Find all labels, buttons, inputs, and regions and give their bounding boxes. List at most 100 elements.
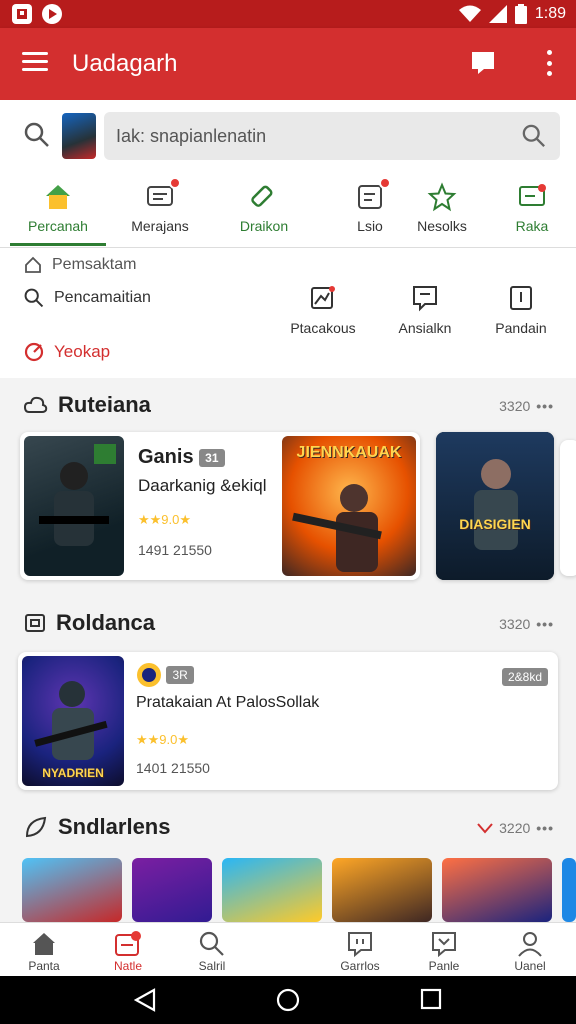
game-art: DIASIGIEN xyxy=(436,432,554,580)
status-bar: 1:89 xyxy=(0,0,576,28)
back-icon[interactable] xyxy=(134,988,156,1012)
nav-natle[interactable]: Natle xyxy=(88,931,168,973)
gunner-figure xyxy=(292,484,382,572)
section-header-sndlarlens: Sndlarlens xyxy=(24,814,170,840)
search-row: Iak: snapianlenatin xyxy=(0,100,576,174)
more-icon: ••• xyxy=(536,820,554,836)
card-title: Pratakaian At PalosSollak xyxy=(136,694,320,711)
profile-icon xyxy=(518,932,542,957)
more-icon: ••• xyxy=(536,398,554,414)
notification-badge xyxy=(379,177,391,189)
app-bar: Uadagarh xyxy=(0,28,576,100)
app-title: Uadagarh xyxy=(72,50,178,77)
game-thumbnail-row xyxy=(22,858,576,922)
game-thumbnail[interactable] xyxy=(562,858,576,922)
nav-salril[interactable]: Salril xyxy=(172,931,252,973)
soldier-figure xyxy=(39,444,116,546)
home-button-icon[interactable] xyxy=(276,988,300,1012)
game-card-partial[interactable] xyxy=(560,440,576,576)
action-pandain[interactable]: Pandain xyxy=(476,284,566,336)
chat-icon xyxy=(348,932,372,957)
chat-bubble-icon xyxy=(432,932,456,957)
system-nav-bar xyxy=(0,976,576,1024)
card-title: Ganis 31 xyxy=(138,446,225,469)
section-more-2[interactable]: 3320 ••• xyxy=(499,616,554,632)
game-thumbnail[interactable] xyxy=(442,858,552,922)
section-more-3[interactable]: 3220 ••• xyxy=(477,820,554,836)
tab-draikon[interactable]: Draikon xyxy=(216,182,312,234)
game-thumbnail[interactable] xyxy=(332,858,432,922)
play-icon xyxy=(42,4,62,24)
search-input[interactable]: Iak: snapianlenatin xyxy=(104,112,560,160)
section-header-roldanca: Roldanca xyxy=(24,610,155,636)
search-icon[interactable] xyxy=(522,124,546,148)
section-more-1[interactable]: 3320 ••• xyxy=(499,398,554,414)
card-rating: ★★9.0★ xyxy=(138,512,192,527)
search-icon[interactable] xyxy=(24,122,50,148)
game-banner: JIENNKAUAK xyxy=(282,436,416,576)
home-icon xyxy=(33,933,55,955)
cloud-icon xyxy=(24,396,48,413)
search-icon xyxy=(24,288,44,308)
game-card-palossollak[interactable]: NYADRIEN 3R 2&8kd Pratakaian At PalosSol… xyxy=(18,652,558,790)
inbox-icon xyxy=(115,931,141,956)
tab-nesolks[interactable]: Nesolks xyxy=(394,182,490,234)
game-card-diasigien[interactable]: DIASIGIEN xyxy=(436,432,554,580)
game-thumbnail[interactable] xyxy=(22,858,122,922)
action-ansialkn[interactable]: Ansialkn xyxy=(380,284,470,336)
card-header-row: 3R xyxy=(136,662,194,688)
card-tag: 3R xyxy=(166,666,194,684)
card-rating: ★★9.0★ xyxy=(136,732,190,747)
wifi-icon xyxy=(458,5,481,22)
tab-merajans[interactable]: Merajans xyxy=(112,177,208,234)
section-header-ruteiana: Ruteiana xyxy=(24,392,151,418)
emblem-icon xyxy=(137,663,161,687)
status-time: 1:89 xyxy=(534,5,566,22)
book-icon xyxy=(510,286,532,310)
notification-icon xyxy=(12,4,32,24)
tag-icon xyxy=(251,185,273,207)
quick-item-pencamaitian[interactable]: Pencamaitian xyxy=(24,288,151,308)
more-options-icon[interactable] xyxy=(544,50,554,76)
search-icon xyxy=(199,931,224,956)
card-meta: 1491 21550 xyxy=(138,542,212,558)
game-thumbnail[interactable] xyxy=(132,858,212,922)
action-ptacakous[interactable]: Ptacakous xyxy=(278,284,368,336)
card-badge: 2&8kd xyxy=(501,668,548,686)
nav-panta[interactable]: Panta xyxy=(4,931,84,973)
quick-item-pemsaktam[interactable]: Pemsaktam xyxy=(24,256,136,274)
card-tag: 31 xyxy=(199,448,225,467)
more-icon: ••• xyxy=(536,616,554,632)
nav-panle[interactable]: Panle xyxy=(404,931,484,973)
star-icon xyxy=(427,182,457,212)
comment-icon xyxy=(413,286,437,312)
search-placeholder: Iak: snapianlenatin xyxy=(116,126,267,146)
game-card-ganis[interactable]: Ganis 31 Daarkanig &ekiql ★★9.0★ 1491 21… xyxy=(20,432,420,580)
bottom-nav: Panta Natle Salril Garrlos Panle Uanel xyxy=(0,922,576,976)
flag-icon xyxy=(519,184,546,206)
game-thumbnail[interactable] xyxy=(222,858,322,922)
warrior-figure xyxy=(474,459,518,550)
menu-icon[interactable] xyxy=(22,52,48,72)
recents-icon[interactable] xyxy=(420,988,442,1010)
category-tabs: Percanah Merajans Draikon Lsio Nesolks R… xyxy=(0,174,576,248)
signal-icon xyxy=(488,5,507,23)
notification-badge xyxy=(169,177,181,189)
home-outline-icon xyxy=(25,256,41,273)
box-icon xyxy=(25,614,45,632)
card-subtitle: Daarkanig &ekiql xyxy=(138,476,267,495)
quick-panel: Pemsaktam Pencamaitian Yeokap Ptacakous … xyxy=(0,248,576,378)
game-art xyxy=(24,436,124,576)
tab-raka[interactable]: Raka xyxy=(484,182,576,234)
tab-percanah[interactable]: Percanah xyxy=(10,182,106,246)
trend-icon xyxy=(477,823,493,834)
card-meta: 1401 21550 xyxy=(136,760,210,776)
game-thumbnail[interactable] xyxy=(62,113,96,159)
game-art: NYADRIEN xyxy=(22,656,124,786)
nav-uanel[interactable]: Uanel xyxy=(490,931,570,973)
home-icon xyxy=(46,185,70,209)
chat-icon[interactable] xyxy=(470,50,496,76)
quick-item-yeokap[interactable]: Yeokap xyxy=(24,342,110,362)
nav-garrlos[interactable]: Garrlos xyxy=(320,931,400,973)
image-edit-icon xyxy=(311,286,335,309)
